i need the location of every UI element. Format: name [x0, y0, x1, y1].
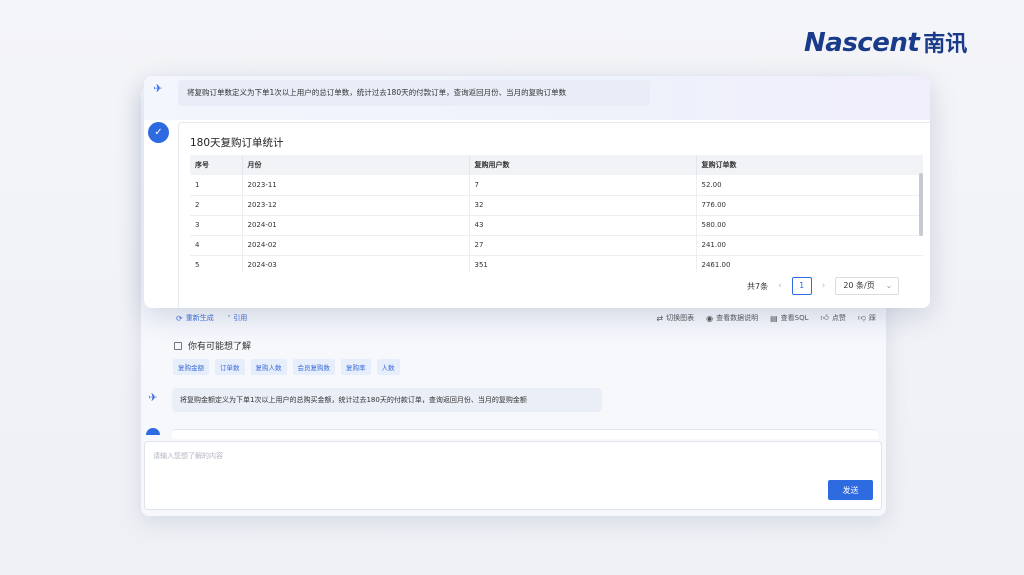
result-table: 序号 月份 复购用户数 复购订单数 1 2023-11 7 52.00 2 20… [190, 155, 923, 272]
eye-icon: ◉ [706, 313, 714, 323]
logo-na: Na [804, 28, 843, 58]
suggestions-title: 你有可能想了解 [174, 339, 251, 352]
bot-avatar-icon [146, 428, 160, 435]
quote-button[interactable]: ’ 引用 [228, 313, 248, 323]
table-cell: 27 [469, 235, 697, 256]
result-table-container[interactable]: 序号 月份 复购用户数 复购订单数 1 2023-11 7 52.00 2 20… [190, 155, 923, 272]
send-plane-icon: ✈ [148, 391, 158, 404]
page-size-value: 20 条/页 [843, 281, 875, 290]
table-cell: 2023-12 [242, 195, 470, 216]
table-row: 5 2024-03 351 2461.00 [190, 255, 923, 272]
table-cell: 4 [190, 235, 243, 256]
send-button[interactable]: 发送 [828, 480, 873, 500]
page-size-select[interactable]: 20 条/页 ⌄ [835, 277, 900, 295]
view-data-desc-button[interactable]: ◉ 查看数据说明 [706, 313, 758, 323]
suggestion-tags: 复购金额 订单数 复购人数 会员复购数 复购率 人数 [173, 359, 400, 375]
table-cell: 2024-01 [242, 215, 470, 236]
logo-scent: scent [842, 28, 920, 58]
suggestion-tag[interactable]: 复购率 [341, 359, 371, 375]
send-plane-icon: ✈ [153, 82, 163, 95]
chat-input-box: 发送 [144, 441, 882, 510]
regenerate-button[interactable]: ⟳ 重新生成 [176, 313, 214, 323]
result-panel: 180天复购订单统计 序号 月份 复购用户数 复购订单数 1 2023-11 7… [178, 122, 930, 308]
chart-icon: ⇄ [656, 313, 664, 323]
page-number-button[interactable]: 1 [791, 277, 812, 295]
column-header[interactable]: 复购订单数 [696, 155, 923, 175]
table-cell: 43 [469, 215, 697, 236]
table-cell: 32 [469, 195, 697, 216]
highlighted-answer-card: ✈ 将复购订单数定义为下单1次以上用户的总订单数，统计过去180天的付款订单，查… [144, 76, 930, 308]
logo-cn: 南讯 [923, 32, 968, 57]
table-scrollbar[interactable] [919, 173, 923, 236]
table-cell: 3 [190, 215, 243, 236]
table-cell: 52.00 [696, 175, 923, 196]
prev-page-button[interactable]: ‹ [778, 281, 782, 291]
view-sql-button[interactable]: ▤ 查看SQL [770, 313, 808, 323]
chat-input[interactable] [153, 450, 653, 462]
next-page-button[interactable]: › [822, 281, 826, 291]
suggestion-tag[interactable]: 人数 [376, 359, 400, 375]
total-count: 共7条 [747, 281, 769, 291]
table-cell: 1 [190, 175, 243, 196]
table-cell: 2024-03 [242, 255, 470, 272]
table-header-row: 序号 月份 复购用户数 复购订单数 [190, 155, 923, 175]
bot-avatar-icon: ✓ [148, 122, 169, 143]
quote-icon: ’ [227, 313, 231, 323]
answer-card [172, 429, 878, 439]
table-cell: 2 [190, 195, 243, 216]
thumbs-up-icon: 👍︎ [820, 313, 829, 322]
switch-chart-button[interactable]: ⇄ 切换图表 [656, 313, 694, 323]
table-cell: 351 [469, 255, 697, 272]
dislike-button[interactable]: 👎︎ 踩 [858, 313, 876, 323]
table-row: 1 2023-11 7 52.00 [190, 175, 923, 196]
table-cell: 2023-11 [242, 175, 470, 196]
table-cell: 5 [190, 255, 243, 272]
database-icon: ▤ [770, 313, 778, 323]
table-row: 4 2024-02 27 241.00 [190, 235, 923, 256]
column-header[interactable]: 序号 [190, 155, 243, 175]
answer-actions: ⟳ 重新生成 ’ 引用 ⇄ 切换图表 ◉ 查看数据说明 ▤ 查看SQL 👍︎ 点… [176, 311, 876, 325]
chevron-down-icon: ⌄ [885, 281, 893, 290]
thumbs-down-icon: 👎︎ [857, 313, 866, 322]
table-row: 2 2023-12 32 776.00 [190, 195, 923, 216]
user-question-bubble: 将复购订单数定义为下单1次以上用户的总订单数，统计过去180天的付款订单，查询返… [178, 80, 650, 106]
suggestion-tag[interactable]: 订单数 [215, 359, 245, 375]
result-title: 180天复购订单统计 [190, 137, 284, 149]
table-cell: 776.00 [696, 195, 923, 216]
lightbulb-icon [174, 341, 182, 350]
nascent-logo: Nascent 南讯 [804, 26, 967, 58]
suggestion-tag[interactable]: 复购金额 [173, 359, 209, 375]
table-cell: 7 [469, 175, 697, 196]
refresh-icon: ⟳ [176, 313, 183, 323]
table-cell: 2024-02 [242, 235, 470, 256]
suggestion-tag[interactable]: 会员复购数 [292, 359, 335, 375]
pagination: 共7条 ‹ 1 › 20 条/页 ⌄ [747, 276, 900, 296]
table-cell: 241.00 [696, 235, 923, 256]
column-header[interactable]: 复购用户数 [469, 155, 697, 175]
user-question-bubble: 将复购金额定义为下单1次以上用户的总购买金额，统计过去180天的付款订单，查询返… [172, 388, 602, 412]
table-row: 3 2024-01 43 580.00 [190, 215, 923, 236]
suggestion-tag[interactable]: 复购人数 [250, 359, 287, 375]
like-button[interactable]: 👍︎ 点赞 [821, 313, 846, 323]
column-header[interactable]: 月份 [242, 155, 470, 175]
table-cell: 580.00 [696, 215, 923, 236]
table-cell: 2461.00 [696, 255, 923, 272]
